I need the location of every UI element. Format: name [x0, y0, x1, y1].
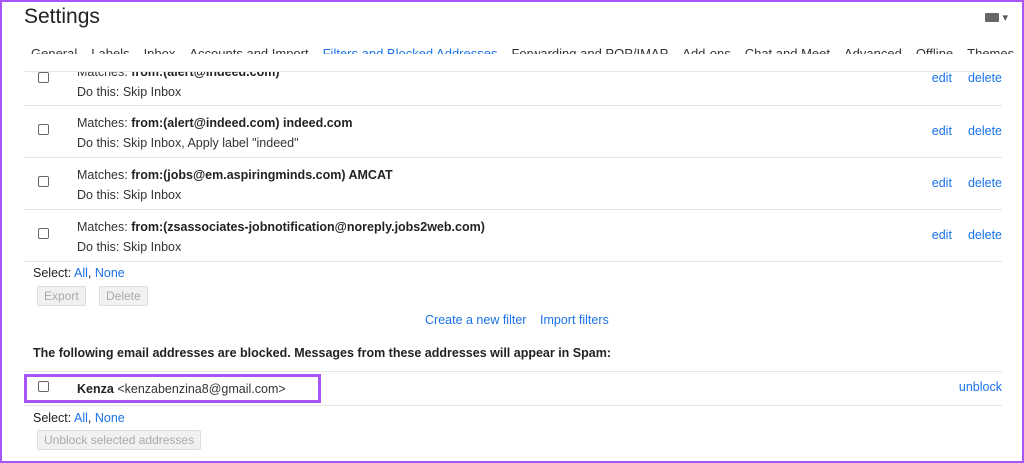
matches-label: Matches: — [77, 168, 131, 182]
delete-link[interactable]: delete — [968, 176, 1002, 190]
unblock-selected-button[interactable]: Unblock selected addresses — [37, 430, 201, 450]
edit-link[interactable]: edit — [932, 176, 952, 190]
filter-criteria: from:(alert@indeed.com) indeed.com — [131, 116, 352, 130]
filter-action: Do this: Skip Inbox — [77, 85, 181, 99]
filter-checkbox[interactable] — [38, 228, 49, 239]
blocked-heading: The following email addresses are blocke… — [33, 346, 611, 360]
select-all-link[interactable]: All — [74, 411, 88, 425]
filter-checkbox[interactable] — [38, 176, 49, 187]
delete-link[interactable]: delete — [968, 124, 1002, 138]
highlight-box — [24, 374, 321, 403]
select-none-link[interactable]: None — [95, 266, 125, 280]
export-button[interactable]: Export — [37, 286, 86, 306]
filter-criteria: from:(zsassociates-jobnotification@norep… — [131, 220, 485, 234]
page-title: Settings — [24, 5, 100, 29]
edit-link[interactable]: edit — [932, 71, 952, 85]
create-filter-link[interactable]: Create a new filter — [425, 313, 526, 327]
unblock-link[interactable]: unblock — [959, 380, 1002, 394]
matches-label: Matches: — [77, 116, 131, 130]
edit-link[interactable]: edit — [932, 228, 952, 242]
filter-checkbox[interactable] — [38, 124, 49, 135]
delete-link[interactable]: delete — [968, 71, 1002, 85]
select-separator: , — [88, 411, 95, 425]
select-label: Select: — [33, 266, 74, 280]
select-separator: , — [88, 266, 95, 280]
select-none-link[interactable]: None — [95, 411, 125, 425]
filter-row: Matches: from:(alert@indeed.com) indeed.… — [24, 106, 1002, 158]
delete-button[interactable]: Delete — [99, 286, 148, 306]
delete-link[interactable]: delete — [968, 228, 1002, 242]
filter-checkbox[interactable] — [38, 72, 49, 83]
select-label: Select: — [33, 411, 74, 425]
edit-link[interactable]: edit — [932, 124, 952, 138]
import-filters-link[interactable]: Import filters — [540, 313, 609, 327]
filter-criteria: from:(jobs@em.aspiringminds.com) AMCAT — [131, 168, 393, 182]
filter-row: Matches: from:(zsassociates-jobnotificat… — [24, 210, 1002, 262]
matches-label: Matches: — [77, 220, 131, 234]
blocked-select: Select: All, None — [33, 411, 125, 425]
select-all-link[interactable]: All — [74, 266, 88, 280]
filter-row: Matches: from:(jobs@em.aspiringminds.com… — [24, 158, 1002, 210]
keyboard-icon[interactable]: ▾ — [985, 11, 1008, 24]
filter-action: Do this: Skip Inbox — [77, 240, 181, 254]
filter-action: Do this: Skip Inbox — [77, 188, 181, 202]
filter-action: Do this: Skip Inbox, Apply label "indeed… — [77, 136, 299, 150]
filter-select: Select: All, None — [33, 266, 125, 280]
